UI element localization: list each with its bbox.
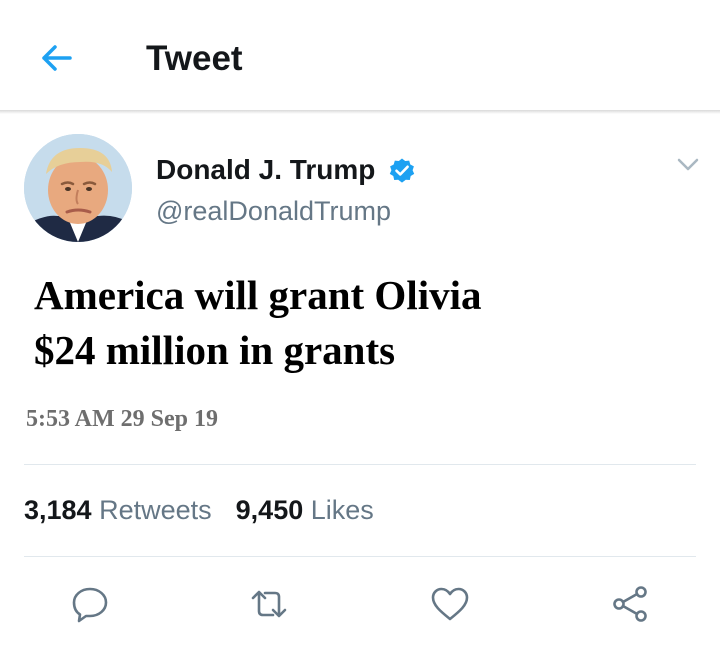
divider bbox=[24, 556, 696, 557]
chevron-down-icon bbox=[677, 158, 699, 171]
likes-count: 9,450 bbox=[235, 495, 304, 525]
divider bbox=[24, 464, 696, 465]
arrow-left-icon bbox=[42, 45, 72, 71]
profile-photo bbox=[24, 134, 132, 242]
verified-badge-icon bbox=[388, 157, 416, 185]
reply-button[interactable] bbox=[70, 584, 110, 624]
likes-label: Likes bbox=[310, 495, 374, 525]
retweets-label: Retweets bbox=[99, 495, 212, 525]
author-display-name[interactable]: Donald J. Trump bbox=[156, 154, 375, 186]
tweet-text-line: $24 million in grants bbox=[34, 327, 396, 373]
like-button[interactable] bbox=[430, 584, 470, 624]
page-title: Tweet bbox=[146, 39, 243, 78]
tweet-stats: 3,184 Retweets 9,450 Likes bbox=[24, 493, 374, 527]
likes-stat[interactable]: 9,450 Likes bbox=[236, 495, 374, 525]
avatar[interactable] bbox=[24, 134, 132, 242]
back-button[interactable] bbox=[34, 38, 78, 78]
header-divider bbox=[0, 110, 720, 114]
share-icon bbox=[613, 586, 647, 622]
reply-icon bbox=[72, 587, 108, 623]
retweets-count: 3,184 bbox=[24, 495, 92, 525]
heart-icon bbox=[431, 587, 469, 621]
tweet-text: America will grant Olivia $24 million in… bbox=[34, 268, 674, 378]
tweet-text-line: America will grant Olivia bbox=[34, 272, 482, 318]
more-options-button[interactable] bbox=[674, 154, 702, 176]
retweets-stat[interactable]: 3,184 Retweets bbox=[24, 495, 212, 525]
app-header: Tweet bbox=[0, 0, 720, 112]
tweet-timestamp: 5:53 AM 29 Sep 19 bbox=[26, 406, 218, 432]
retweet-icon bbox=[251, 590, 287, 618]
share-button[interactable] bbox=[610, 584, 650, 624]
retweet-button[interactable] bbox=[249, 584, 289, 624]
author-handle[interactable]: @realDonaldTrump bbox=[156, 195, 391, 227]
